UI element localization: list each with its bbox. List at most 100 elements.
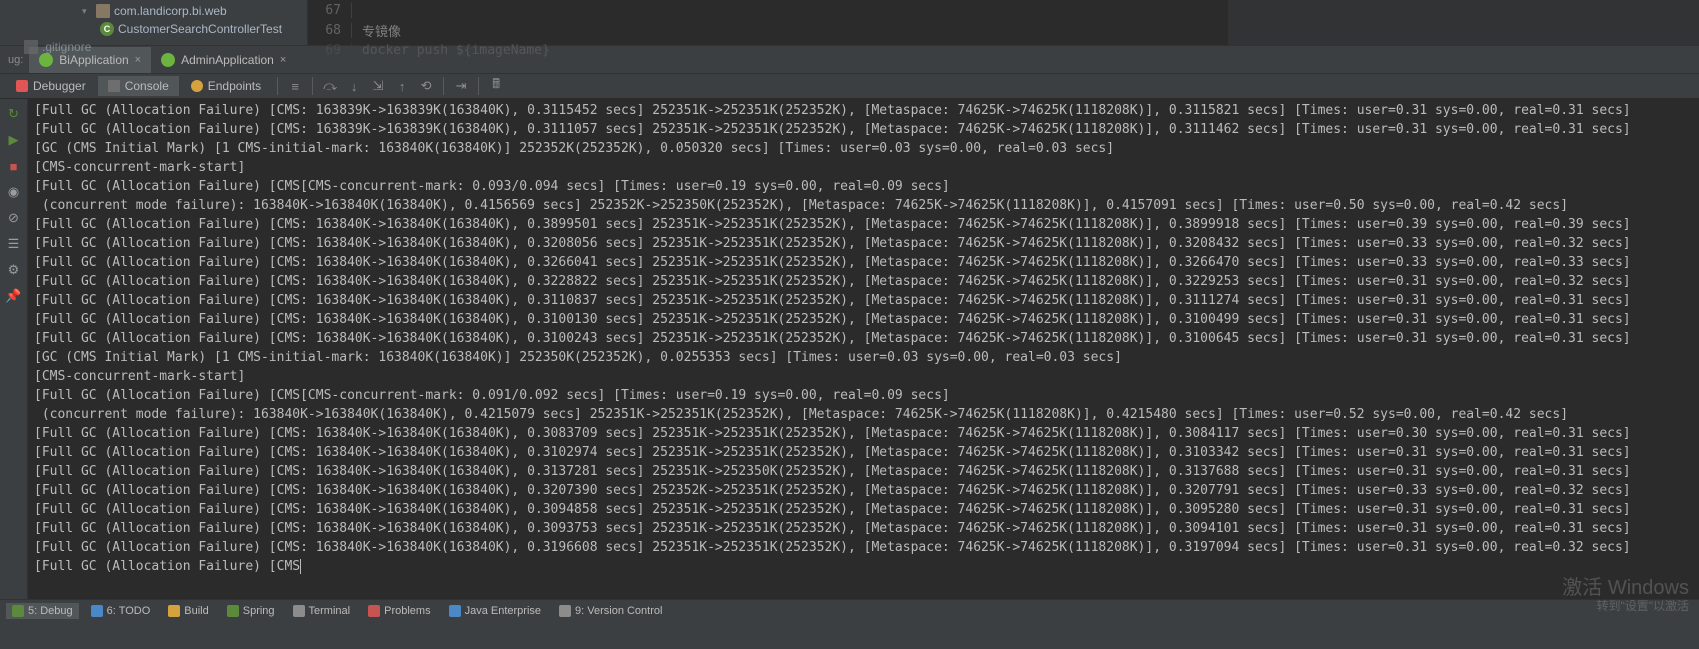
console-line: [Full GC (Allocation Failure) [CMS: 1638… xyxy=(34,310,1693,329)
code-line: 69 docker push ${imageName} xyxy=(314,40,1222,60)
gutter: 69 xyxy=(314,43,352,58)
view-breakpoints-button[interactable]: ◉ xyxy=(3,181,25,203)
vcs-icon xyxy=(559,605,571,617)
toolwindow-spring[interactable]: Spring xyxy=(221,603,281,619)
evaluate-button[interactable]: 🖩 xyxy=(485,75,507,97)
console-line: [Full GC (Allocation Failure) [CMS: 1638… xyxy=(34,291,1693,310)
debug-toolbar: Debugger Console Endpoints ≡ ⤼ ↓ ⇲ ↑ ⟲ ⇥… xyxy=(0,73,1699,99)
console-line: [Full GC (Allocation Failure) [CMS: 1638… xyxy=(34,253,1693,272)
toolwindow-java-enterprise[interactable]: Java Enterprise xyxy=(443,603,547,619)
mute-breakpoints-button[interactable]: ⊘ xyxy=(3,207,25,229)
rerun-button[interactable]: ↻ xyxy=(3,103,25,125)
run-to-cursor-button[interactable]: ⇥ xyxy=(450,75,472,97)
step-out-button[interactable]: ↑ xyxy=(391,75,413,97)
separator xyxy=(312,77,313,95)
class-label: CustomerSearchControllerTest xyxy=(118,22,282,36)
console-line: [Full GC (Allocation Failure) [CMS: 1638… xyxy=(34,101,1693,120)
code-editor[interactable]: 67 68 专镜像 69 docker push ${imageName} xyxy=(308,0,1229,45)
pin-button[interactable]: 📌 xyxy=(3,285,25,307)
toolwindow-label: Terminal xyxy=(309,605,351,617)
class-icon: C xyxy=(100,22,114,36)
tab-label: Console xyxy=(125,79,169,93)
toolwindow-label: Java Enterprise xyxy=(465,605,541,617)
package-icon xyxy=(96,4,110,18)
chevron-down-icon: ▾ xyxy=(82,6,92,17)
console-line: [Full GC (Allocation Failure) [CMS[CMS-c… xyxy=(34,177,1693,196)
console-line: [Full GC (Allocation Failure) [CMS: 1638… xyxy=(34,120,1693,139)
terminal-icon xyxy=(108,80,120,92)
console-line: [Full GC (Allocation Failure) [CMS: 1638… xyxy=(34,519,1693,538)
toolwindow-problems[interactable]: Problems xyxy=(362,603,436,619)
layout-button[interactable]: ☰ xyxy=(3,233,25,255)
code-text: docker push ${imageName} xyxy=(362,43,550,58)
settings-button[interactable]: ⚙ xyxy=(3,259,25,281)
separator xyxy=(443,77,444,95)
console-line: [Full GC (Allocation Failure) [CMS: 1638… xyxy=(34,462,1693,481)
project-tree[interactable]: ▾ com.landicorp.bi.web C CustomerSearchC… xyxy=(0,0,308,45)
tree-file[interactable]: .gitignore xyxy=(0,38,307,56)
toolwindow-terminal[interactable]: Terminal xyxy=(287,603,357,619)
tab-label: Debugger xyxy=(33,79,86,93)
editor-area: ▾ com.landicorp.bi.web C CustomerSearchC… xyxy=(0,0,1699,45)
spring-icon xyxy=(227,605,239,617)
console-line: [Full GC (Allocation Failure) [CMS: 1638… xyxy=(34,500,1693,519)
build-icon xyxy=(168,605,180,617)
toolwindow-label: 9: Version Control xyxy=(575,605,662,617)
tab-endpoints[interactable]: Endpoints xyxy=(181,76,271,96)
editor-margin xyxy=(1229,0,1699,45)
toolwindow-todo[interactable]: 6: TODO xyxy=(85,603,157,619)
console-line: [Full GC (Allocation Failure) [CMS: 1638… xyxy=(34,443,1693,462)
todo-icon xyxy=(91,605,103,617)
console-output[interactable]: [Full GC (Allocation Failure) [CMS: 1638… xyxy=(28,99,1699,599)
bug-icon xyxy=(16,80,28,92)
console-line: [Full GC (Allocation Failure) [CMS: 1638… xyxy=(34,424,1693,443)
file-icon xyxy=(24,40,38,54)
resume-button[interactable]: ▶ xyxy=(3,129,25,151)
gutter: 68 xyxy=(314,23,352,38)
separator xyxy=(478,77,479,95)
toolwindow-label: Spring xyxy=(243,605,275,617)
stop-button[interactable]: ■ xyxy=(3,155,25,177)
tree-package[interactable]: ▾ com.landicorp.bi.web xyxy=(0,2,307,20)
console-line: [Full GC (Allocation Failure) [CMS: 1638… xyxy=(34,234,1693,253)
console-line: [CMS-concurrent-mark-start] xyxy=(34,158,1693,177)
console-line: [GC (CMS Initial Mark) [1 CMS-initial-ma… xyxy=(34,348,1693,367)
console-line: [Full GC (Allocation Failure) [CMS: 1638… xyxy=(34,329,1693,348)
code-line: 67 xyxy=(314,0,1222,20)
tab-console[interactable]: Console xyxy=(98,76,179,96)
console-line: [Full GC (Allocation Failure) [CMS: 1638… xyxy=(34,481,1693,500)
debug-icon xyxy=(12,605,24,617)
gutter: 67 xyxy=(314,3,352,18)
console-line: [Full GC (Allocation Failure) [CMS[CMS-c… xyxy=(34,386,1693,405)
force-step-into-button[interactable]: ⇲ xyxy=(367,75,389,97)
terminal-icon xyxy=(293,605,305,617)
toolwindow-label: Build xyxy=(184,605,208,617)
file-label: .gitignore xyxy=(42,40,91,54)
toolwindow-debug[interactable]: 5: Debug xyxy=(6,603,79,619)
console-line: [Full GC (Allocation Failure) [CMS: 1638… xyxy=(34,215,1693,234)
code-text: 专镜像 xyxy=(362,21,401,40)
step-into-button[interactable]: ↓ xyxy=(343,75,365,97)
toolwindow-label: 6: TODO xyxy=(107,605,151,617)
toolwindow-label: Problems xyxy=(384,605,430,617)
step-over-button[interactable]: ≡ xyxy=(284,75,306,97)
toolwindow-build[interactable]: Build xyxy=(162,603,214,619)
toolwindow-version-control[interactable]: 9: Version Control xyxy=(553,603,668,619)
tab-label: Endpoints xyxy=(208,79,261,93)
tree-class[interactable]: C CustomerSearchControllerTest xyxy=(0,20,307,38)
separator xyxy=(277,77,278,95)
tab-debugger[interactable]: Debugger xyxy=(6,76,96,96)
console-line: [CMS-concurrent-mark-start] xyxy=(34,367,1693,386)
endpoints-icon xyxy=(191,80,203,92)
bottom-toolbar: 5: Debug 6: TODO Build Spring Terminal P… xyxy=(0,599,1699,622)
console-line: [Full GC (Allocation Failure) [CMS: 1638… xyxy=(34,538,1693,557)
debug-side-toolbar: ↻ ▶ ■ ◉ ⊘ ☰ ⚙ 📌 xyxy=(0,99,28,599)
console-line: [GC (CMS Initial Mark) [1 CMS-initial-ma… xyxy=(34,139,1693,158)
console-panel: ↻ ▶ ■ ◉ ⊘ ☰ ⚙ 📌 [Full GC (Allocation Fai… xyxy=(0,99,1699,599)
console-line: [Full GC (Allocation Failure) [CMS: 1638… xyxy=(34,272,1693,291)
problems-icon xyxy=(368,605,380,617)
console-line: [Full GC (Allocation Failure) [CMS xyxy=(34,557,1693,576)
step-over-button[interactable]: ⤼ xyxy=(319,75,341,97)
console-line: (concurrent mode failure): 163840K->1638… xyxy=(34,196,1693,215)
drop-frame-button[interactable]: ⟲ xyxy=(415,75,437,97)
